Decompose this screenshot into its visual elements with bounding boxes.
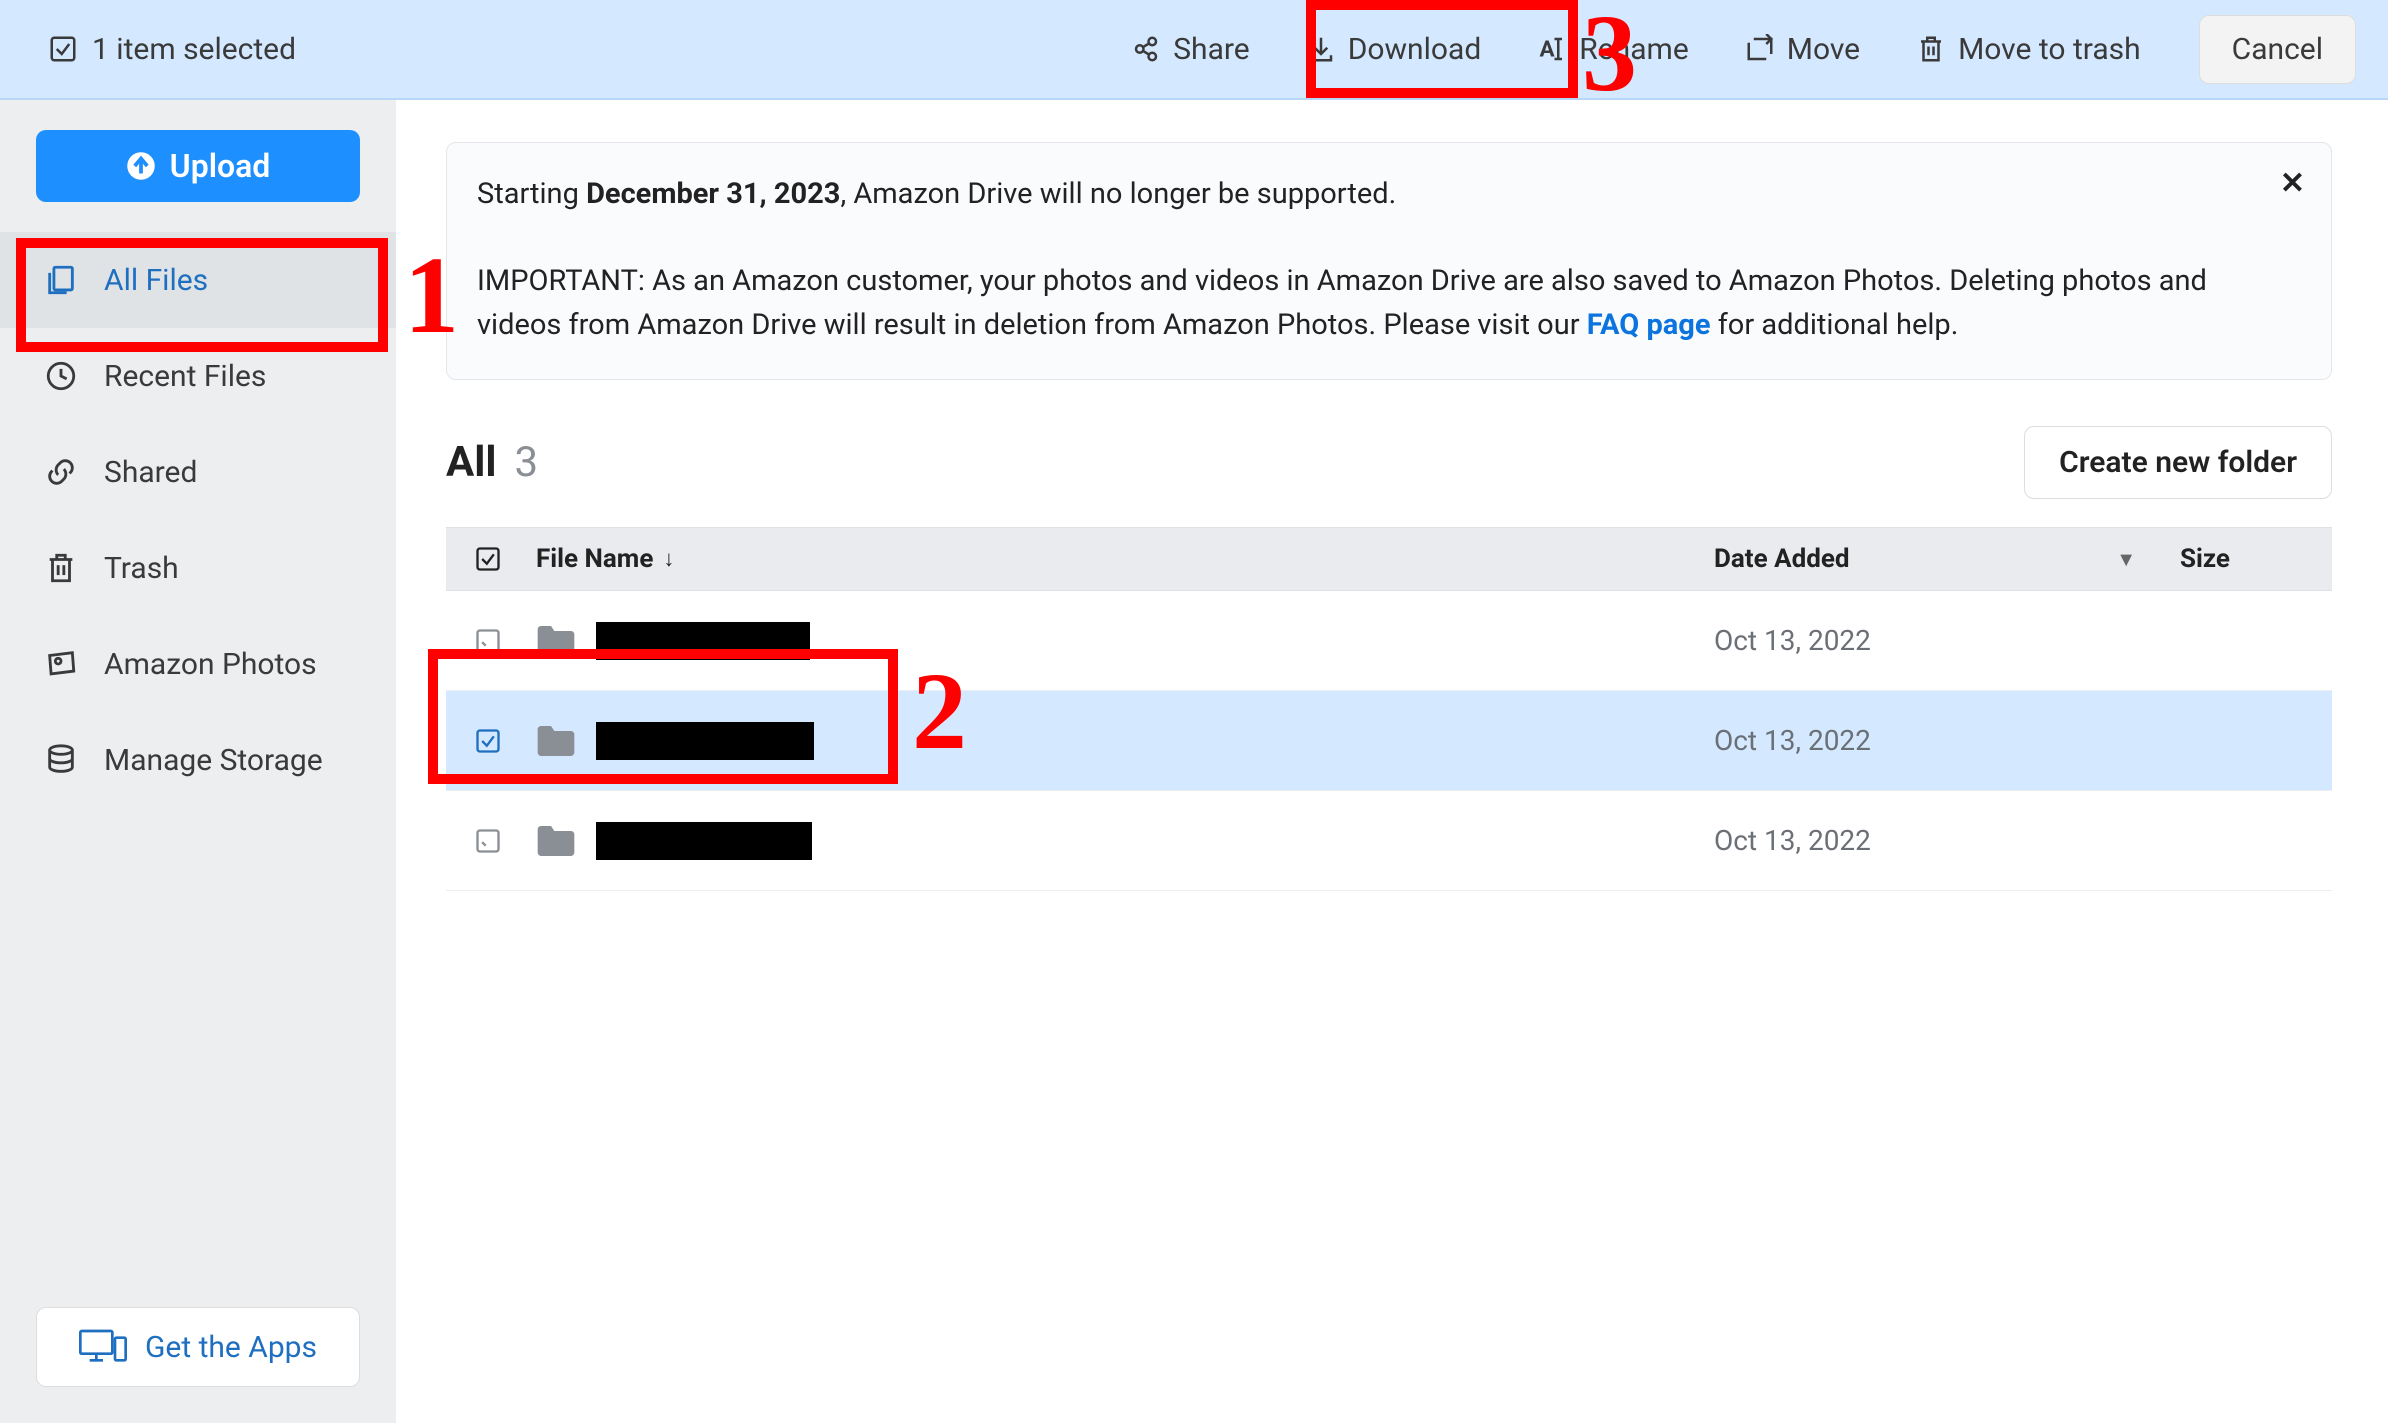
selection-action-bar: 1 item selected Share Download A Rename … <box>0 0 2388 100</box>
row-date: Oct 13, 2022 <box>1706 624 2166 657</box>
move-button[interactable]: Move <box>1745 32 1860 67</box>
download-label: Download <box>1348 32 1482 67</box>
deprecation-notice: Starting December 31, 2023, Amazon Drive… <box>446 142 2332 380</box>
move-to-trash-button[interactable]: Move to trash <box>1916 32 2141 67</box>
row-date: Oct 13, 2022 <box>1706 724 2166 757</box>
folder-name-redacted <box>596 822 812 860</box>
notice-line1: Starting December 31, 2023, Amazon Drive… <box>477 173 2221 217</box>
col-header-name[interactable]: File Name ↓ <box>530 544 1706 574</box>
share-label: Share <box>1173 32 1249 67</box>
selected-text: 1 item selected <box>92 32 296 67</box>
select-all-checkbox[interactable] <box>474 545 502 573</box>
sidebar-item-label: Trash <box>104 551 179 586</box>
col-header-size[interactable]: Size <box>2166 544 2332 574</box>
upload-label: Upload <box>170 147 271 185</box>
col-label: File Name <box>536 544 653 574</box>
cancel-button[interactable]: Cancel <box>2199 15 2356 84</box>
download-button[interactable]: Download <box>1306 32 1482 67</box>
create-new-folder-button[interactable]: Create new folder <box>2024 426 2332 499</box>
sort-dropdown-icon: ▼ <box>2116 547 2136 572</box>
sidebar-item-amazon-photos[interactable]: Amazon Photos <box>0 616 396 712</box>
folder-name-redacted <box>596 722 814 760</box>
sidebar-item-label: Manage Storage <box>104 743 323 778</box>
close-notice-button[interactable]: ✕ <box>2280 161 2305 206</box>
trash-label: Move to trash <box>1958 32 2141 67</box>
sidebar-item-label: Amazon Photos <box>104 647 317 682</box>
photo-icon <box>44 647 78 681</box>
get-apps-button[interactable]: Get the Apps <box>36 1307 360 1387</box>
sidebar-item-storage[interactable]: Manage Storage <box>0 712 396 808</box>
upload-button[interactable]: Upload <box>36 130 360 202</box>
sidebar-item-all-files[interactable]: All Files <box>0 232 396 328</box>
sidebar-item-recent[interactable]: Recent Files <box>0 328 396 424</box>
share-button[interactable]: Share <box>1131 32 1249 67</box>
sort-arrow-icon: ↓ <box>663 546 674 572</box>
move-label: Move <box>1787 32 1860 67</box>
list-count: 3 <box>514 438 538 487</box>
sidebar-item-label: Shared <box>104 455 197 490</box>
sidebar-item-trash[interactable]: Trash <box>0 520 396 616</box>
row-checkbox[interactable] <box>474 627 502 655</box>
table-row[interactable]: Oct 13, 2022 <box>446 791 2332 891</box>
table-header: File Name ↓ Date Added ▼ Size <box>446 527 2332 591</box>
row-date: Oct 13, 2022 <box>1706 824 2166 857</box>
content-area: Starting December 31, 2023, Amazon Drive… <box>396 100 2388 1423</box>
notice-text: Starting <box>477 177 586 211</box>
list-header: All 3 Create new folder <box>446 426 2332 499</box>
notice-line2: IMPORTANT: As an Amazon customer, your p… <box>477 260 2221 347</box>
sidebar: Upload All Files Recent Files Shared Tra… <box>0 100 396 1423</box>
col-label: Size <box>2180 544 2230 574</box>
selected-count: 1 item selected <box>48 32 296 67</box>
row-checkbox[interactable] <box>474 827 502 855</box>
svg-text:A: A <box>1540 37 1556 63</box>
check-icon <box>48 34 78 64</box>
sidebar-item-label: Recent Files <box>104 359 266 394</box>
rename-button[interactable]: A Rename <box>1537 32 1689 67</box>
share-icon <box>1131 34 1161 64</box>
notice-text: , Amazon Drive will no longer be support… <box>840 177 1396 211</box>
devices-icon <box>79 1327 127 1367</box>
folder-name-redacted <box>596 622 810 660</box>
notice-text: for additional help. <box>1711 308 1959 342</box>
col-label: Date Added <box>1714 544 1850 574</box>
notice-date: December 31, 2023 <box>586 177 840 211</box>
table-row[interactable]: Oct 13, 2022 <box>446 591 2332 691</box>
storage-icon <box>44 743 78 777</box>
sidebar-item-label: All Files <box>104 263 208 298</box>
download-icon <box>1306 34 1336 64</box>
files-icon <box>44 263 78 297</box>
move-icon <box>1745 34 1775 64</box>
link-icon <box>44 455 78 489</box>
table-row[interactable]: Oct 13, 2022 <box>446 691 2332 791</box>
rename-label: Rename <box>1579 32 1689 67</box>
trash-icon <box>44 551 78 585</box>
rename-icon: A <box>1537 34 1567 64</box>
folder-icon <box>536 724 576 758</box>
upload-icon <box>126 151 156 181</box>
clock-icon <box>44 359 78 393</box>
trash-icon <box>1916 34 1946 64</box>
get-apps-label: Get the Apps <box>145 1330 317 1365</box>
folder-icon <box>536 624 576 658</box>
faq-link[interactable]: FAQ page <box>1587 308 1711 342</box>
list-title: All <box>446 438 496 487</box>
file-table: File Name ↓ Date Added ▼ Size Oct 13, 2022… <box>446 527 2332 891</box>
col-header-date[interactable]: Date Added ▼ <box>1706 544 2166 574</box>
row-checkbox[interactable] <box>474 727 502 755</box>
folder-icon <box>536 824 576 858</box>
sidebar-item-shared[interactable]: Shared <box>0 424 396 520</box>
